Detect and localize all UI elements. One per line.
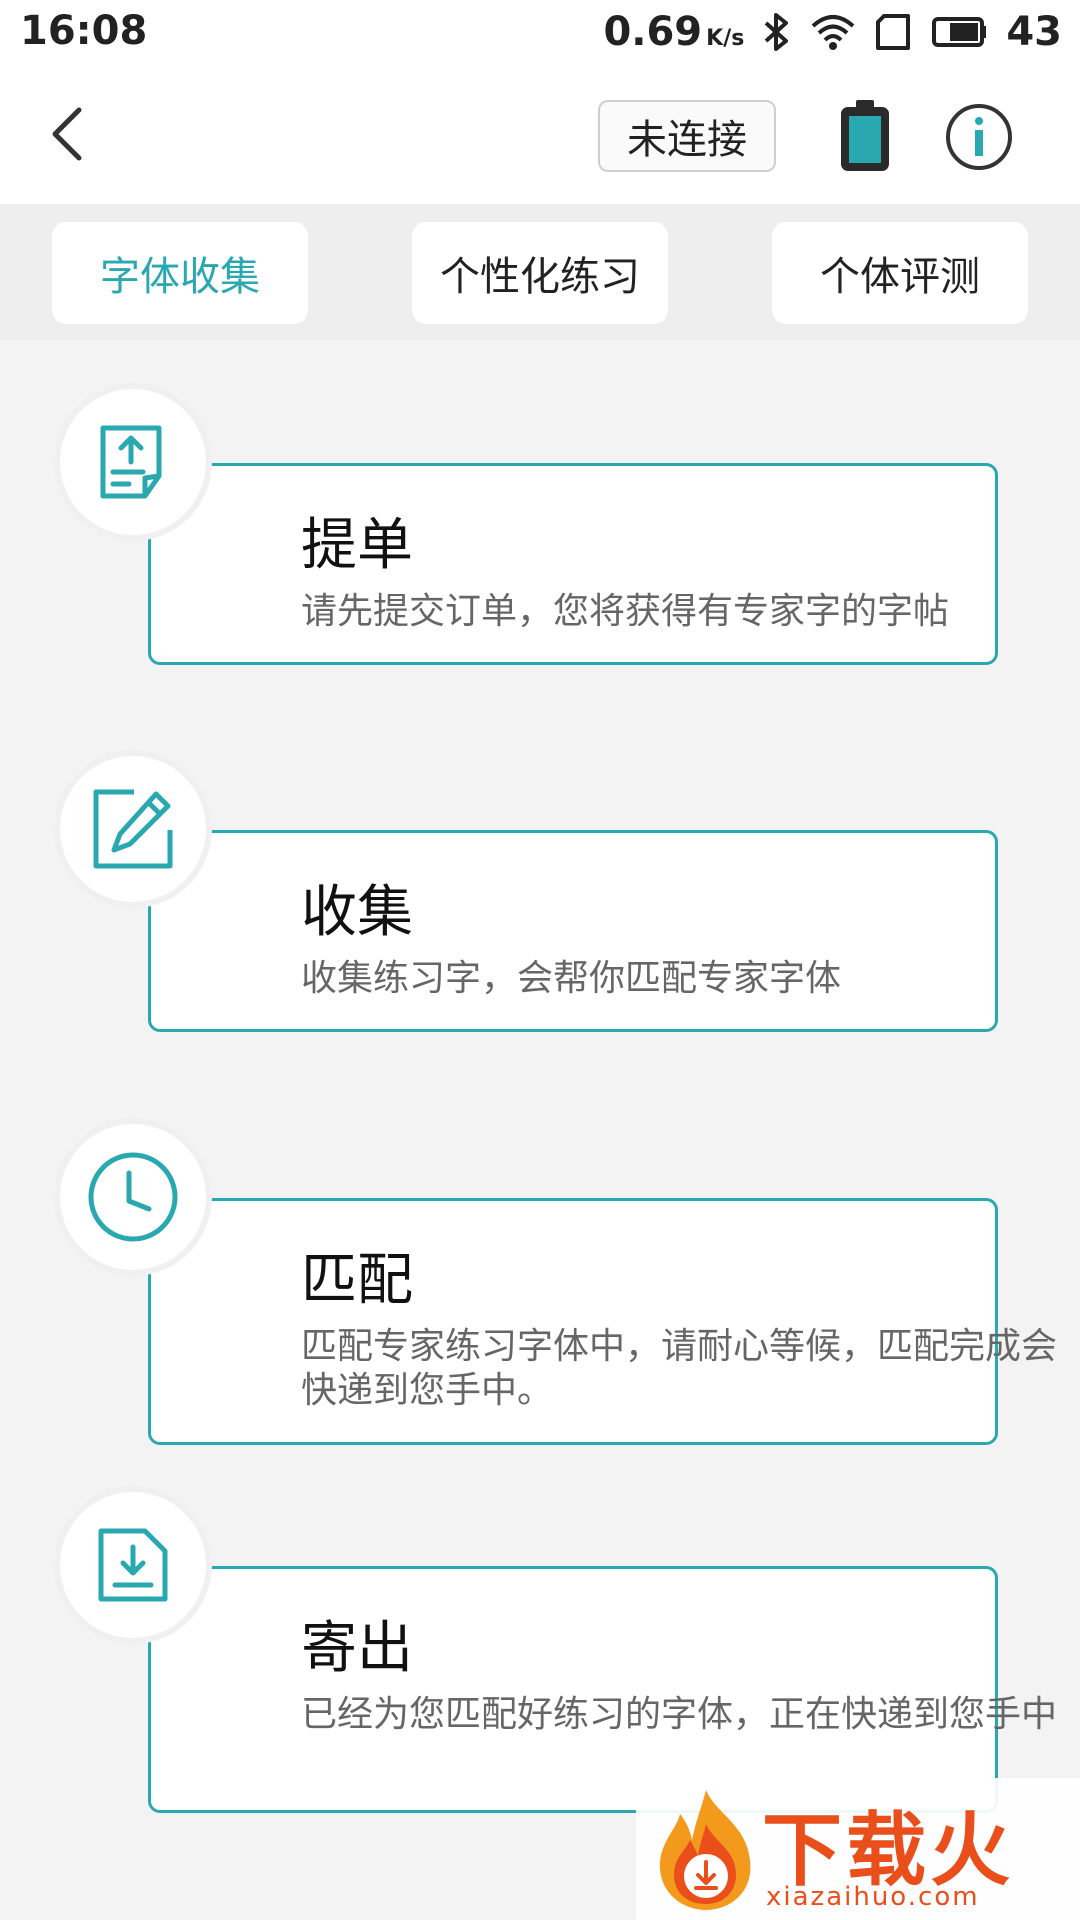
step-icon-container [60,1492,206,1638]
top-nav: 未连接 [0,64,1080,204]
step-description: 匹配专家练习字体中，请耐心等候，匹配完成会快递到您手中。 [301,1326,1058,1411]
step-card: 收集 收集练习字，会帮你匹配专家字体 [148,830,998,1032]
network-speed: 0.69 K/s [603,9,744,55]
tab-font-collection[interactable]: 字体收集 [52,222,308,324]
step-title: 匹配 [301,1248,413,1313]
watermark-url: xiazaihuo.com [766,1882,980,1912]
back-arrow-icon [52,107,82,161]
back-button[interactable] [32,94,102,174]
step-ship[interactable]: 寄出 已经为您匹配好练习的字体，正在快递到您手中 [60,1488,1057,1813]
tab-individual-assessment[interactable]: 个体评测 [772,222,1028,324]
device-battery-icon[interactable] [838,98,892,174]
step-description: 请先提交订单，您将获得有专家字的字帖 [301,591,950,632]
step-description: 收集练习字，会帮你匹配专家字体 [301,958,842,999]
step-collect[interactable]: 收集 收集练习字，会帮你匹配专家字体 [60,752,1000,1032]
step-icon-container [60,1124,206,1270]
wifi-icon [811,15,855,50]
step-description: 已经为您匹配好练习的字体，正在快递到您手中 [301,1694,1058,1735]
sim-card-icon [876,14,911,50]
step-card: 匹配 匹配专家练习字体中，请耐心等候，匹配完成会快递到您手中。 [148,1198,1057,1445]
step-title: 提单 [301,513,413,578]
network-speed-unit: K/s [706,26,745,51]
download-document-icon [98,1528,168,1602]
bluetooth-icon [764,13,789,51]
tab-bar: 字体收集 个性化练习 个体评测 [0,204,1080,340]
status-bar: 16:08 0.69 K/s 43 [0,0,1080,64]
step-card: 寄出 已经为您匹配好练习的字体，正在快递到您手中 [148,1566,1057,1813]
step-icon-container [60,389,206,535]
step-title: 寄出 [301,1616,413,1681]
step-match[interactable]: 匹配 匹配专家练习字体中，请耐心等候，匹配完成会快递到您手中。 [60,1120,1057,1445]
network-speed-value: 0.69 [603,9,703,55]
battery-icon [932,17,987,47]
info-icon[interactable] [944,102,1014,172]
step-card: 提单 请先提交订单，您将获得有专家字的字帖 [148,463,998,665]
step-submit-order[interactable]: 提单 请先提交订单，您将获得有专家字的字帖 [60,385,1000,665]
status-time: 16:08 [20,8,148,54]
watermark: 下载火 xiazaihuo.com [636,1778,1080,1920]
battery-level: 43 [1006,9,1062,55]
step-title: 收集 [301,880,413,945]
tab-personalized-practice[interactable]: 个性化练习 [412,222,668,324]
flame-logo-icon [659,1790,751,1910]
status-icons: 0.69 K/s 43 [603,6,1062,58]
edit-icon [93,789,173,869]
clock-icon [88,1152,178,1242]
step-icon-container [60,756,206,902]
connect-status-button[interactable]: 未连接 [598,100,776,172]
upload-document-icon [100,425,162,499]
